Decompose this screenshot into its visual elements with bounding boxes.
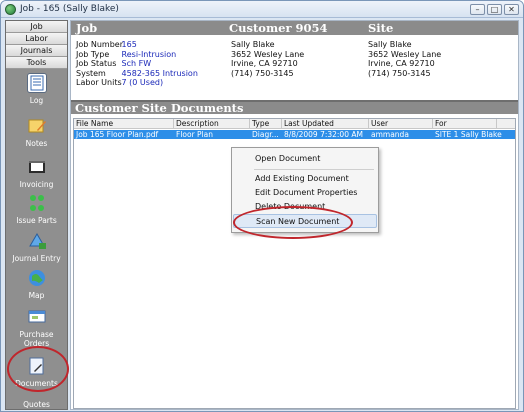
col-description[interactable]: Description (174, 119, 250, 129)
menu-delete-document[interactable]: Delete Document (233, 200, 377, 214)
sidebar-item-log[interactable]: Log (6, 71, 67, 113)
job-number-label: Job Number (76, 40, 124, 49)
sidebar-item-purchase-orders[interactable]: Purchase Orders (6, 304, 67, 348)
sidebar-item-label: Documents (15, 379, 58, 388)
cell-user: ammanda (371, 130, 409, 139)
job-type-value[interactable]: Resi-Intrusion (122, 50, 177, 59)
issue-parts-icon (27, 193, 47, 213)
site-name: Sally Blake (368, 40, 412, 49)
window-title: Job - 165 (Sally Blake) (20, 4, 119, 14)
menu-separator (254, 169, 374, 170)
info-header: Job Customer 9054 Site (71, 21, 518, 35)
menu-add-existing-document[interactable]: Add Existing Document (233, 172, 377, 186)
close-button[interactable]: ✕ (504, 4, 519, 15)
system-value[interactable]: 4582-365 Intrusion (122, 69, 198, 78)
customer-phone: (714) 750-3145 (231, 68, 294, 78)
customer-street: 3652 Wesley Lane (231, 49, 305, 59)
tab-journals[interactable]: Journals (6, 45, 67, 57)
site-city: Irvine, CA 92710 (368, 59, 435, 68)
purchase-orders-icon (27, 306, 47, 326)
table-header: File Name Description Type Last Updated … (74, 119, 515, 129)
job-header: Job (76, 21, 98, 35)
notes-icon (27, 116, 47, 136)
customer-name: Sally Blake (231, 40, 275, 49)
sidebar-item-label: Invoicing (19, 180, 54, 189)
context-menu: Open Document Add Existing Document Edit… (231, 147, 379, 233)
customer-city: Irvine, CA 92710 (231, 59, 298, 68)
minimize-button[interactable]: – (470, 4, 485, 15)
sidebar-item-notes[interactable]: Notes (6, 114, 67, 156)
menu-open-document[interactable]: Open Document (233, 152, 377, 166)
documents-title: Customer Site Documents (75, 101, 244, 115)
customer-details: Sally Blake 3652 Wesley Lane Irvine, CA … (231, 40, 304, 78)
job-status-label: Job Status (76, 59, 117, 68)
invoicing-icon (27, 157, 47, 177)
sidebar-item-journal-entry[interactable]: Journal Entry (6, 229, 67, 271)
cell-file-name: Job 165 Floor Plan.pdf (76, 130, 159, 139)
tab-tools[interactable]: Tools (6, 57, 67, 69)
documents-section-header: Customer Site Documents (71, 100, 518, 115)
job-type-label: Job Type (76, 49, 110, 59)
labor-units-label: Labor Units (76, 78, 122, 87)
sidebar-item-label: Map (28, 291, 45, 300)
site-details: Sally Blake 3652 Wesley Lane Irvine, CA … (368, 40, 441, 78)
cell-for: SITE 1 Sally Blake (435, 130, 502, 139)
site-header: Site (368, 21, 394, 35)
sidebar-item-map[interactable]: Map (6, 266, 67, 308)
system-label: System (76, 68, 106, 78)
maximize-button[interactable]: □ (487, 4, 502, 15)
sidebar-item-documents[interactable]: Documents (6, 354, 67, 396)
cell-description: Floor Plan (176, 130, 213, 139)
col-file-name[interactable]: File Name (74, 119, 174, 129)
col-user[interactable]: User (369, 119, 433, 129)
site-phone: (714) 750-3145 (368, 68, 431, 78)
title-bar[interactable]: Job - 165 (Sally Blake) – □ ✕ (1, 1, 523, 18)
sidebar-item-label: Log (29, 96, 44, 105)
col-type[interactable]: Type (250, 119, 282, 129)
documents-icon (27, 356, 47, 376)
sidebar-item-label: Journal Entry (12, 254, 61, 263)
app-icon (5, 4, 16, 15)
sidebar: Job Labor Journals Tools Log Notes Invoi… (5, 20, 68, 410)
tab-labor[interactable]: Labor (6, 33, 67, 45)
sidebar-item-issue-parts[interactable]: Issue Parts (6, 191, 67, 233)
labor-units-value[interactable]: 7 (0 Used) (122, 78, 164, 87)
job-window: Job - 165 (Sally Blake) – □ ✕ Job Labor … (0, 0, 524, 412)
menu-edit-document-properties[interactable]: Edit Document Properties (233, 186, 377, 200)
customer-header: Customer 9054 (229, 21, 328, 35)
journal-entry-icon (27, 231, 47, 251)
job-number-value[interactable]: 165 (122, 40, 137, 49)
map-icon (27, 268, 47, 288)
sidebar-item-label: Issue Parts (16, 216, 57, 225)
sidebar-item-quotes[interactable]: Quotes (6, 395, 67, 411)
sidebar-item-label: Notes (25, 139, 48, 148)
sidebar-item-label: Quotes (23, 400, 50, 409)
table-row[interactable]: Job 165 Floor Plan.pdf Floor Plan Diagr.… (74, 130, 515, 139)
site-street: 3652 Wesley Lane (368, 49, 442, 59)
menu-scan-new-document[interactable]: Scan New Document (233, 214, 377, 228)
col-last-updated[interactable]: Last Updated (282, 119, 369, 129)
sidebar-item-label: Purchase Orders (19, 330, 54, 348)
cell-last-updated: 8/8/2009 7:32:00 AM (284, 130, 363, 139)
job-details: Job Number 165 Job Type Resi-Intrusion J… (76, 40, 198, 88)
cell-type: Diagr... (252, 130, 279, 139)
job-status-value[interactable]: Sch FW (122, 59, 152, 68)
col-for[interactable]: For (433, 119, 497, 129)
log-icon (27, 73, 47, 93)
tab-job[interactable]: Job (6, 21, 67, 33)
